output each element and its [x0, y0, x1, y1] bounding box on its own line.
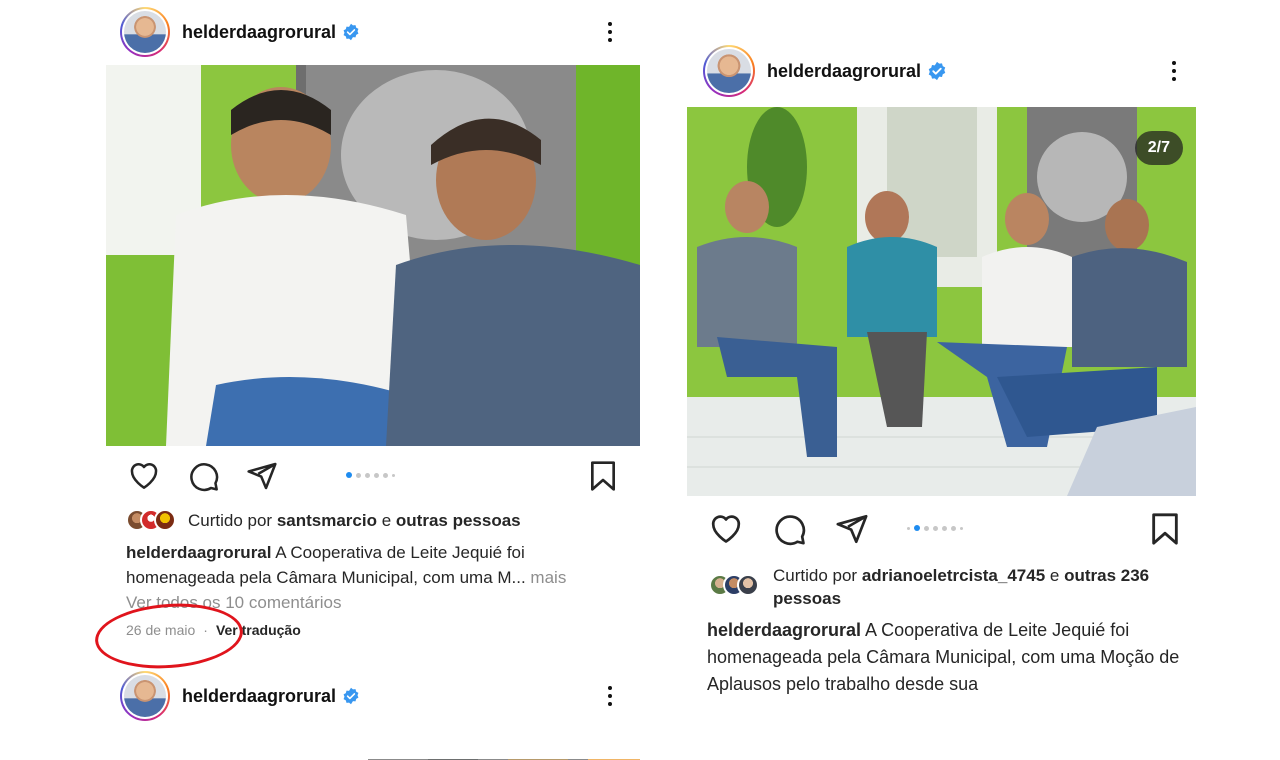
bookmark-icon[interactable]: [1150, 512, 1180, 551]
post-photo[interactable]: 2/7: [687, 107, 1196, 496]
paper-plane-icon[interactable]: [835, 512, 869, 551]
likes-others-link[interactable]: outras pessoas: [396, 511, 521, 530]
comment-icon[interactable]: [773, 512, 807, 551]
liker-username-link[interactable]: adrianoeletrcista_4745: [862, 566, 1045, 585]
caption-more-link[interactable]: mais: [526, 568, 566, 587]
more-vertical-icon[interactable]: [1172, 61, 1176, 81]
verified-badge-icon: [927, 61, 947, 81]
likes-row: Curtido por adrianoeletrcista_4745 e out…: [709, 564, 1173, 610]
verified-badge-icon: [342, 23, 360, 41]
likes-text: Curtido por adrianoeletrcista_4745 e out…: [773, 566, 1150, 608]
liker-avatars[interactable]: [126, 509, 176, 531]
post-header: helderdaagrorural: [106, 7, 640, 57]
post-header: helderdaagrorural: [687, 45, 1196, 97]
post-username[interactable]: helderdaagrorural: [182, 686, 336, 707]
caption-username[interactable]: helderdaagrorural: [707, 620, 861, 640]
carousel-dots: [346, 472, 395, 478]
verified-badge-icon: [342, 687, 360, 705]
avatar[interactable]: [120, 7, 170, 57]
heart-icon[interactable]: [709, 512, 743, 549]
right-post: helderdaagrorural 2/7 Curtido por adrian…: [687, 40, 1196, 720]
comment-icon[interactable]: [188, 460, 220, 497]
slide-counter: 2/7: [1134, 131, 1183, 165]
caption-username[interactable]: helderdaagrorural: [126, 543, 272, 562]
next-post-header: helderdaagrorural: [106, 671, 640, 721]
post-actions: [687, 510, 1196, 546]
carousel-dots: [907, 525, 963, 531]
liker-avatars[interactable]: [709, 574, 759, 596]
post-actions: [106, 458, 640, 494]
heart-icon[interactable]: [128, 460, 160, 495]
post-caption: helderdaagrorural A Cooperativa de Leite…: [126, 543, 567, 587]
avatar[interactable]: [120, 671, 170, 721]
post-username[interactable]: helderdaagrorural: [182, 22, 336, 43]
avatar[interactable]: [703, 45, 755, 97]
bookmark-icon[interactable]: [589, 460, 617, 497]
likes-text: Curtido por santsmarcio e outras pessoas: [188, 511, 521, 530]
post-username[interactable]: helderdaagrorural: [767, 61, 921, 82]
liker-username-link[interactable]: santsmarcio: [277, 511, 377, 530]
post-photo[interactable]: [106, 65, 640, 446]
post-caption: helderdaagrorural A Cooperativa de Leite…: [707, 620, 1180, 694]
more-vertical-icon[interactable]: [608, 22, 612, 42]
next-post-photo[interactable]: [368, 753, 640, 760]
likes-row: Curtido por santsmarcio e outras pessoas: [126, 509, 521, 531]
paper-plane-icon[interactable]: [246, 460, 278, 497]
more-vertical-icon[interactable]: [608, 686, 612, 706]
